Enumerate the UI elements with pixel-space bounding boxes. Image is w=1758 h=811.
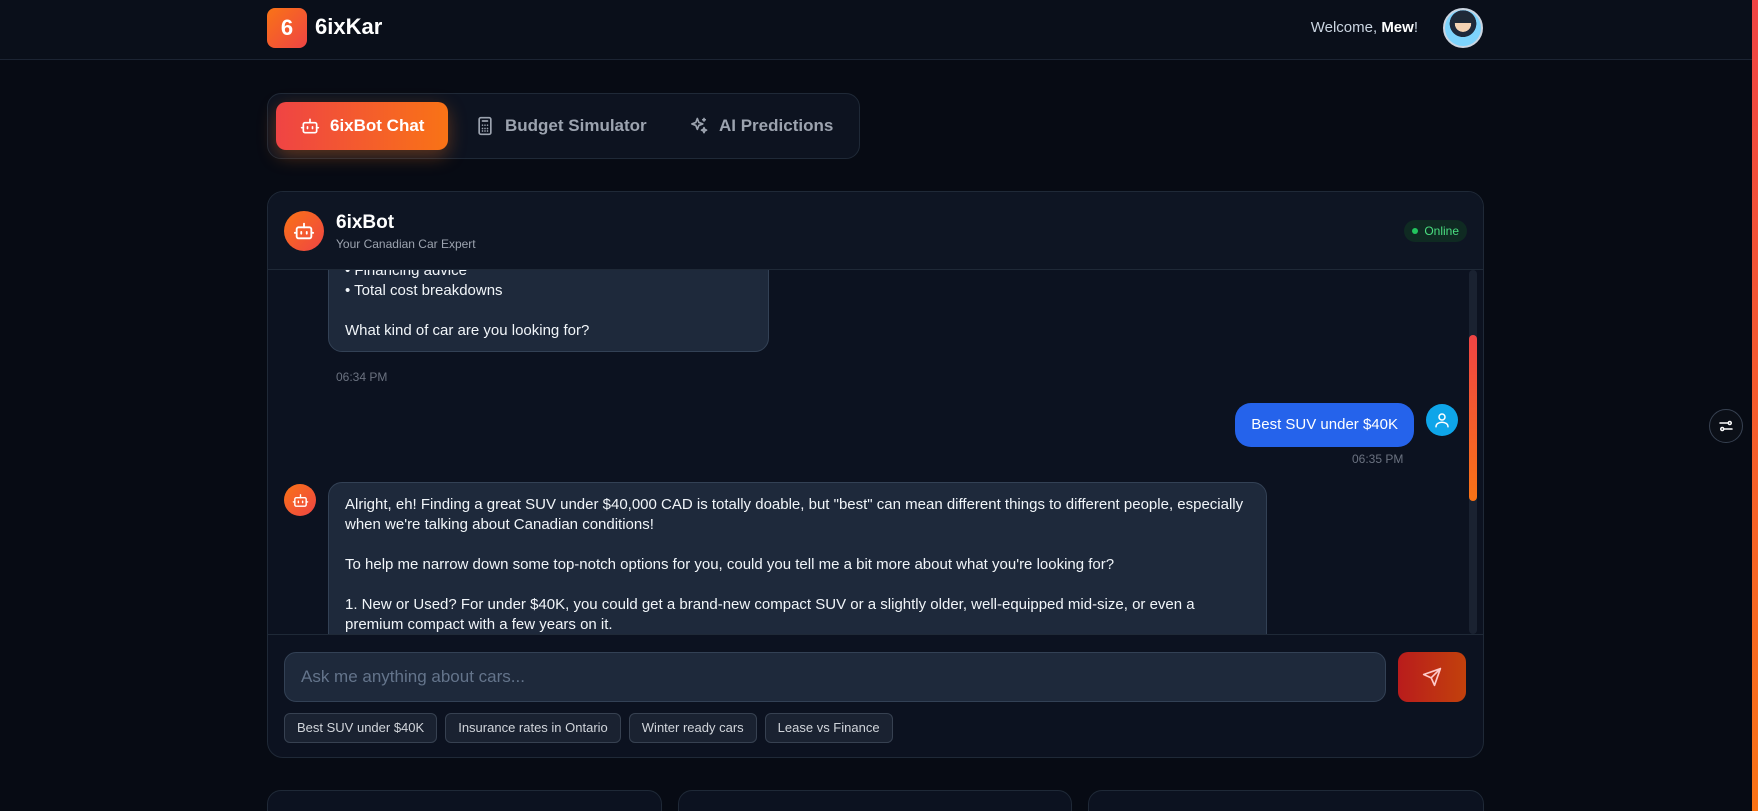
welcome-suffix: !: [1413, 19, 1418, 36]
chat-panel: 6ixBot Your Canadian Car Expert Online •…: [267, 191, 1484, 758]
feature-card[interactable]: [1088, 790, 1484, 811]
robot-icon: [292, 493, 308, 507]
message-list[interactable]: • Financing advice • Total cost breakdow…: [268, 270, 1483, 634]
send-icon: [1422, 667, 1442, 687]
user-message: Best SUV under $40K: [1235, 403, 1414, 447]
suggestion-chip[interactable]: Best SUV under $40K: [284, 713, 438, 743]
sparkles-icon: [691, 117, 708, 134]
suggestion-chip[interactable]: Insurance rates in Ontario: [445, 713, 621, 743]
welcome-prefix: Welcome,: [1310, 19, 1382, 36]
user-icon: [1435, 413, 1449, 428]
brand-name[interactable]: 6ixKar: [315, 14, 382, 40]
bot-subtitle: Your Canadian Car Expert: [336, 237, 476, 251]
status-badge: Online: [1404, 220, 1467, 242]
robot-icon: [300, 118, 320, 134]
suggestion-chips: Best SUV under $40K Insurance rates in O…: [284, 713, 893, 743]
send-button[interactable]: [1398, 652, 1466, 702]
tab-6ixbot-chat[interactable]: 6ixBot Chat: [276, 102, 449, 150]
calculator-icon: [478, 116, 492, 136]
tab-label: AI Predictions: [719, 116, 834, 135]
message-composer: Best SUV under $40K Insurance rates in O…: [268, 634, 1483, 757]
page-scrollbar[interactable]: [1752, 0, 1758, 811]
bot-message-avatar: [284, 484, 316, 516]
feature-tabs: 6ixBot Chat Budget Simulator AI Predicti…: [267, 93, 860, 159]
bot-avatar: [284, 211, 324, 251]
tab-ai-predictions[interactable]: AI Predictions: [665, 102, 857, 150]
settings-toggle-button[interactable]: [1709, 409, 1743, 443]
tab-label: Budget Simulator: [505, 116, 647, 135]
logo-mark[interactable]: 6: [267, 8, 307, 48]
tab-budget-simulator[interactable]: Budget Simulator: [451, 102, 671, 150]
bot-name: 6ixBot: [336, 212, 395, 233]
suggestion-chip[interactable]: Lease vs Finance: [764, 713, 893, 743]
robot-icon: [293, 222, 315, 240]
welcome-text: Welcome, Mew!: [1311, 19, 1418, 36]
user-message-avatar: [1426, 404, 1458, 436]
messages-scrollbar-thumb[interactable]: [1469, 335, 1477, 501]
user-avatar[interactable]: [1443, 8, 1483, 48]
bot-message: • Financing advice • Total cost breakdow…: [328, 270, 769, 352]
user-name: Mew: [1381, 19, 1414, 36]
tab-label: 6ixBot Chat: [330, 116, 425, 135]
message-time: 06:35 PM: [1352, 452, 1404, 466]
sliders-icon: [1719, 420, 1733, 432]
suggestion-chip[interactable]: Winter ready cars: [628, 713, 757, 743]
top-navbar: 6 6ixKar Welcome, Mew!: [0, 0, 1752, 60]
message-time: 06:34 PM: [336, 370, 388, 384]
feature-card[interactable]: [678, 790, 1072, 811]
feature-card[interactable]: [267, 790, 662, 811]
chat-input[interactable]: [284, 652, 1386, 702]
chat-header: 6ixBot Your Canadian Car Expert Online: [268, 192, 1483, 270]
bot-message: Alright, eh! Finding a great SUV under $…: [328, 482, 1267, 634]
